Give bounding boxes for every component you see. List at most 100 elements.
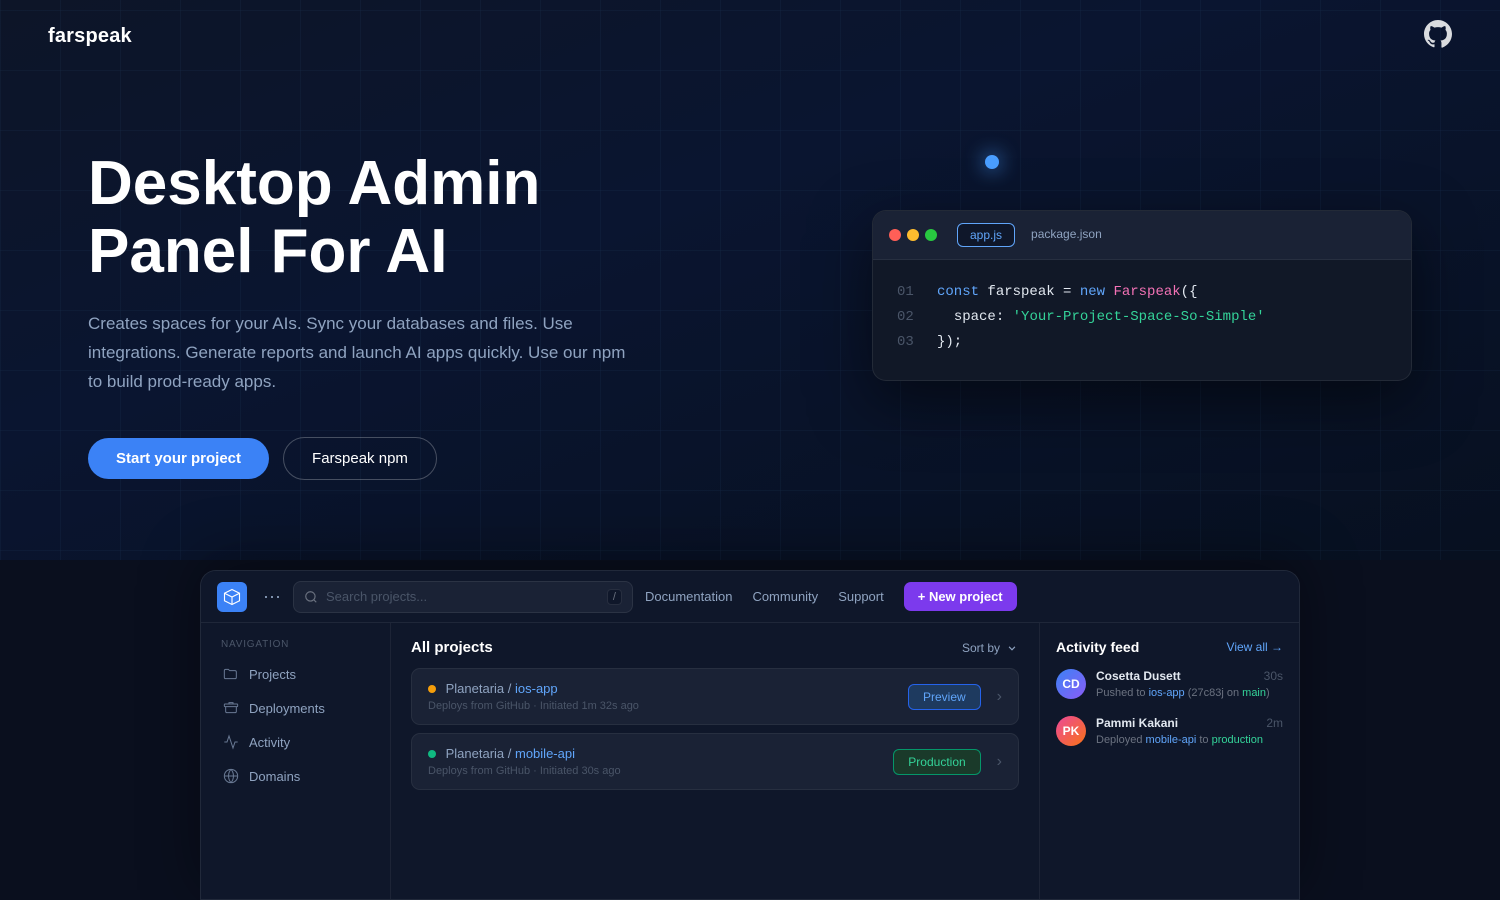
activity-person-1: Cosetta Dusett — [1096, 669, 1181, 683]
project-badge-production[interactable]: Production — [893, 749, 980, 775]
sort-by-control[interactable]: Sort by — [962, 641, 1019, 655]
hero-buttons: Start your project Farspeak npm — [88, 437, 708, 480]
activity-item-1: CD Cosetta Dusett 30s Pushed to ios-app … — [1056, 669, 1283, 702]
nav-community[interactable]: Community — [752, 589, 818, 604]
hero-subtitle: Creates spaces for your AIs. Sync your d… — [88, 310, 628, 397]
tab-app-js[interactable]: app.js — [957, 223, 1015, 247]
sidebar-item-deployments[interactable]: Deployments — [213, 692, 378, 724]
sidebar-deployments-label: Deployments — [249, 701, 325, 716]
project-row-mobile-api[interactable]: Planetaria / mobile-api Deploys from Git… — [411, 733, 1019, 790]
dash-main-header: All projects Sort by — [411, 639, 1019, 656]
code-text-2: space: 'Your-Project-Space-So-Simple' — [937, 305, 1265, 330]
code-text-1: const farspeak = new Farspeak({ — [937, 280, 1197, 305]
dash-body: Navigation Projects Deployments Activity… — [201, 623, 1299, 899]
nav-support[interactable]: Support — [838, 589, 884, 604]
dash-sidebar: Navigation Projects Deployments Activity… — [201, 623, 391, 899]
dash-activity-feed: Activity feed View all → CD Cosetta Duse… — [1039, 623, 1299, 899]
project-chevron-2[interactable]: › — [997, 753, 1002, 771]
line-num-3: 03 — [897, 330, 917, 355]
all-projects-title: All projects — [411, 639, 493, 656]
nav-documentation[interactable]: Documentation — [645, 589, 732, 604]
dash-logo-icon — [223, 588, 241, 606]
dash-nav-links: Documentation Community Support + New pr… — [645, 582, 1017, 611]
dash-logo — [217, 582, 247, 612]
project-badge-preview[interactable]: Preview — [908, 684, 981, 710]
sidebar-nav-label: Navigation — [213, 639, 378, 650]
status-dot-green — [428, 750, 436, 758]
project-chevron-1[interactable]: › — [997, 688, 1002, 706]
activity-item-2: PK Pammi Kakani 2m Deployed mobile-api t… — [1056, 716, 1283, 749]
kw-prop: space — [954, 309, 996, 325]
activity-desc-2: Deployed mobile-api to production — [1096, 732, 1283, 749]
project-info-1: Planetaria / ios-app Deploys from GitHub… — [428, 681, 639, 712]
sort-by-label: Sort by — [962, 641, 1000, 655]
sidebar-activity-label: Activity — [249, 735, 290, 750]
avatar-cosetta: CD — [1056, 669, 1086, 699]
activity-header: Activity feed View all → — [1056, 639, 1283, 655]
activity-content-1: Cosetta Dusett 30s Pushed to ios-app (27… — [1096, 669, 1283, 702]
code-body: 01 const farspeak = new Farspeak({ 02 sp… — [873, 260, 1411, 380]
sidebar-item-activity[interactable]: Activity — [213, 726, 378, 758]
activity-person-2: Pammi Kakani — [1096, 716, 1178, 730]
code-line-1: 01 const farspeak = new Farspeak({ — [897, 280, 1387, 305]
navbar: farspeak — [0, 0, 1500, 72]
nav-logo: farspeak — [48, 25, 132, 48]
sidebar-domains-label: Domains — [249, 769, 300, 784]
search-placeholder: Search projects... — [326, 589, 427, 604]
kw-const: const — [937, 284, 987, 300]
activity-time-1: 30s — [1264, 669, 1283, 683]
project-name-1: ios-app — [515, 681, 558, 696]
start-project-button[interactable]: Start your project — [88, 438, 269, 479]
activity-content-2: Pammi Kakani 2m Deployed mobile-api to p… — [1096, 716, 1283, 749]
hero-section: Desktop Admin Panel For AI Creates space… — [0, 0, 1500, 560]
farspeak-npm-button[interactable]: Farspeak npm — [283, 437, 437, 480]
sort-chevron-icon — [1005, 641, 1019, 655]
code-card-header: app.js package.json — [873, 211, 1411, 260]
project-path-2: Planetaria / mobile-api — [428, 746, 621, 761]
window-dots — [889, 229, 937, 241]
hero-content: Desktop Admin Panel For AI Creates space… — [88, 150, 708, 480]
sidebar-projects-label: Projects — [249, 667, 296, 682]
project-path-1: Planetaria / ios-app — [428, 681, 639, 696]
activity-repo-1: ios-app — [1149, 687, 1185, 699]
window-dot-red — [889, 229, 901, 241]
github-icon — [1424, 20, 1452, 48]
github-link[interactable] — [1424, 20, 1452, 53]
sidebar-item-domains[interactable]: Domains — [213, 760, 378, 792]
window-dot-yellow — [907, 229, 919, 241]
search-shortcut: / — [607, 589, 622, 605]
line-num-1: 01 — [897, 280, 917, 305]
code-line-3: 03 }); — [897, 330, 1387, 355]
line-num-2: 02 — [897, 305, 917, 330]
dashboard-frame: ··· Search projects... / Documentation C… — [200, 570, 1300, 900]
code-card: app.js package.json 01 const farspeak = … — [872, 210, 1412, 381]
activity-desc-1: Pushed to ios-app (27c83j on main) — [1096, 685, 1283, 702]
activity-time-2: 2m — [1266, 716, 1283, 730]
activity-view-all[interactable]: View all → — [1227, 640, 1283, 654]
dash-main: All projects Sort by Planetaria / ios-ap… — [391, 623, 1039, 899]
dash-topbar: ··· Search projects... / Documentation C… — [201, 571, 1299, 623]
activity-branch-2: production — [1212, 734, 1263, 746]
dashboard-section: ··· Search projects... / Documentation C… — [0, 570, 1500, 900]
activity-name-1: Cosetta Dusett 30s — [1096, 669, 1283, 683]
hero-title: Desktop Admin Panel For AI — [88, 150, 708, 286]
new-project-button[interactable]: + New project — [904, 582, 1017, 611]
project-meta-2: Deploys from GitHub · Initiated 30s ago — [428, 765, 621, 777]
code-text-3: }); — [937, 330, 962, 355]
kw-class: Farspeak — [1113, 284, 1180, 300]
sidebar-item-projects[interactable]: Projects — [213, 658, 378, 690]
window-dot-green — [925, 229, 937, 241]
activity-repo-2: mobile-api — [1146, 734, 1197, 746]
dash-search[interactable]: Search projects... / — [293, 581, 633, 613]
avatar-pammi: PK — [1056, 716, 1086, 746]
status-dot-yellow — [428, 685, 436, 693]
activity-name-2: Pammi Kakani 2m — [1096, 716, 1283, 730]
menu-icon[interactable]: ··· — [263, 586, 281, 607]
project-row-ios-app[interactable]: Planetaria / ios-app Deploys from GitHub… — [411, 668, 1019, 725]
domains-icon — [223, 768, 239, 784]
code-tabs: app.js package.json — [957, 223, 1114, 247]
activity-icon — [223, 734, 239, 750]
project-info-2: Planetaria / mobile-api Deploys from Git… — [428, 746, 621, 777]
folder-icon — [223, 666, 239, 682]
tab-package-json[interactable]: package.json — [1019, 223, 1114, 247]
